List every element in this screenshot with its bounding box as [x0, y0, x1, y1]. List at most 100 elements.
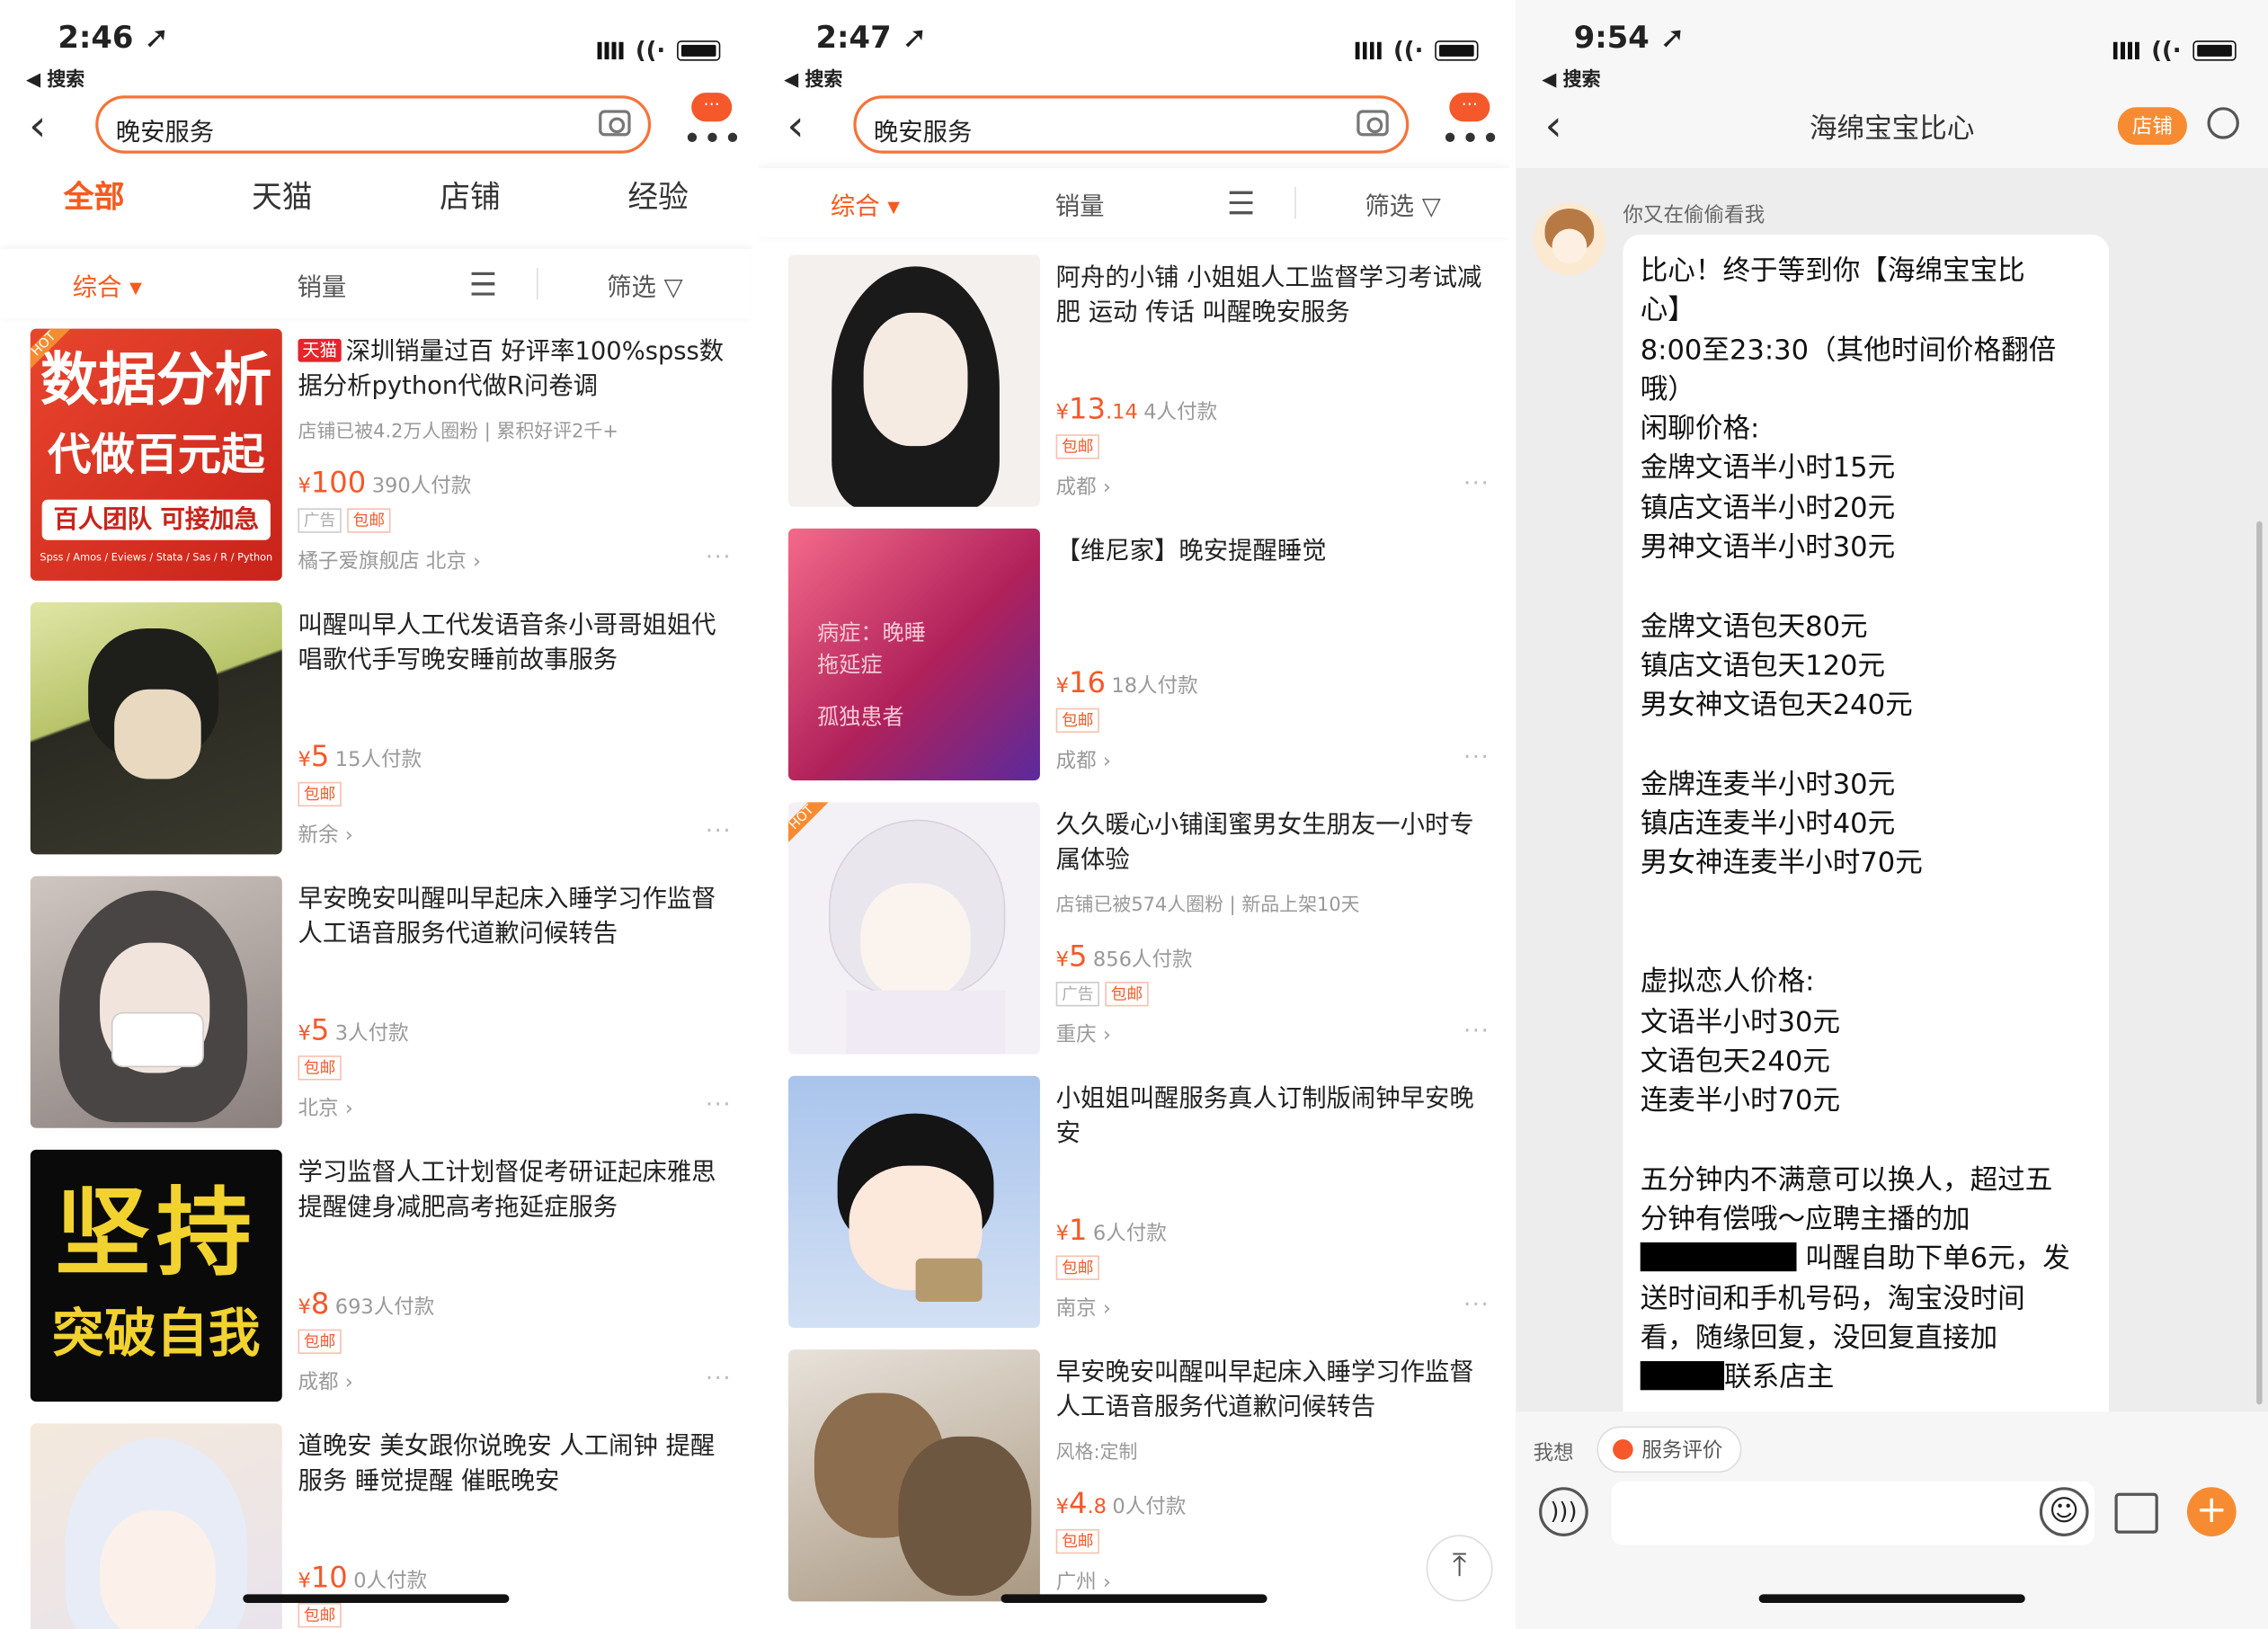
product-item[interactable]: 小姐姐叫醒服务真人订制版闹钟早安晚安 ¥1 6人付款 包邮 南京 › ···	[758, 1075, 1510, 1330]
search-input[interactable]: 晚安服务	[853, 95, 1410, 154]
product-item[interactable]: 早安晚安叫醒叫早起床入睡学习作监督人工语音服务代道歉问候转告 风格:定制 ¥4.…	[758, 1349, 1510, 1603]
free-shipping-tag: 包邮	[1055, 1528, 1099, 1554]
status-back-link[interactable]: ◀ 搜索	[26, 64, 84, 91]
list-view-toggle[interactable]	[429, 270, 536, 298]
tab-all[interactable]: 全部	[0, 174, 188, 231]
more-dots-icon: •••	[1440, 121, 1502, 158]
message-input[interactable]	[1611, 1481, 2095, 1545]
message-line: 8:00至23:30（其他时间价格翻倍	[1640, 334, 2057, 366]
item-more-icon[interactable]: ···	[706, 816, 732, 844]
shop-location-link[interactable]: 成都 ›	[298, 1367, 352, 1396]
shop-location-link[interactable]: 南京 ›	[1056, 1293, 1111, 1322]
product-thumbnail: HOT	[787, 802, 1040, 1055]
product-item[interactable]: 叫醒叫早人工代发语音条小哥哥姐姐代唱歌代手写晚安睡前故事服务 ¥5 15人付款 包…	[0, 602, 752, 856]
back-to-top-button[interactable]: ⤒	[1426, 1535, 1493, 1602]
product-item[interactable]: 阿舟的小铺 小姐姐人工监督学习考试减肥 运动 传话 叫醒晚安服务 ¥13.14 4…	[758, 254, 1510, 508]
thumb-text-1: 病症：晚睡	[817, 619, 926, 646]
anime-girl-face	[863, 312, 968, 447]
price: 10	[310, 1559, 348, 1595]
sort-comprehensive[interactable]: 综合 ▾	[0, 266, 215, 302]
product-item[interactable]: 坚持 突破自我 学习监督人工计划督促考研证起床雅思提醒健身减肥高考拖延症服务 ¥…	[0, 1149, 752, 1403]
currency: ¥	[298, 475, 311, 499]
shop-location-link[interactable]: 橘子爱旗舰店 北京 ›	[298, 546, 481, 574]
scrollbar[interactable]	[2256, 521, 2263, 1405]
tmall-badge: 天猫	[298, 338, 342, 362]
shop-location-link[interactable]: 北京 ›	[298, 1093, 352, 1122]
shop-location-link[interactable]: 成都 ›	[1056, 746, 1111, 775]
service-review-button[interactable]: 服务评价	[1596, 1426, 1742, 1473]
list-view-toggle[interactable]	[1187, 188, 1294, 217]
product-thumbnail	[30, 876, 282, 1128]
price: 100	[310, 465, 367, 500]
camera-icon[interactable]	[599, 110, 631, 137]
message-line: 镇店连麦半小时40元	[1640, 808, 1896, 841]
item-more-icon[interactable]: ···	[1463, 469, 1490, 497]
shop-location-link[interactable]: 成都 ›	[1056, 472, 1111, 501]
price: 5	[1068, 938, 1088, 974]
product-thumbnail: 病症：晚睡 拖延症 孤独患者	[787, 528, 1040, 781]
status-time: 2:46 ➚	[58, 20, 170, 56]
message-line: 五分钟内不满意可以换人，超过五	[1640, 1163, 2053, 1197]
paid-count: 0人付款	[1112, 1495, 1187, 1519]
search-input[interactable]: 晚安服务	[95, 95, 652, 154]
emoji-icon[interactable]: ☺	[2039, 1487, 2089, 1536]
shop-button[interactable]: 店铺	[2117, 107, 2187, 146]
message-lines: 比心！终于等到你【海绵宝宝比 心】 8:00至23:30（其他时间价格翻倍 哦） 闲聊价…	[1641, 252, 2092, 1240]
item-more-icon[interactable]: ···	[1463, 1017, 1490, 1045]
tab-tmall[interactable]: 天猫	[188, 174, 376, 231]
tab-experience[interactable]: 经验	[565, 174, 752, 231]
sort-filter[interactable]: 筛选 ▽	[1295, 184, 1510, 220]
product-item[interactable]: 早安晚安叫醒叫早起床入睡学习作监督人工语音服务代道歉问候转告 ¥5 3人付款 包邮…	[0, 876, 752, 1129]
sort-bar: 综合 ▾ 销量 筛选 ▽	[758, 168, 1510, 237]
more-menu-button[interactable]: ··· •••	[1437, 93, 1500, 158]
price-row: ¥16 18人付款	[1056, 664, 1198, 699]
status-back-link[interactable]: ◀ 搜索	[1542, 64, 1600, 91]
currency: ¥	[1055, 1222, 1069, 1246]
redaction-bar	[1640, 1361, 1725, 1391]
price-row: ¥5 856人付款	[1056, 939, 1193, 974]
chat-screen: 9:54 ➚ ◀ 搜索 ((· ‹ 海绵宝宝比心 店铺 你又在偷偷看我 比心！终…	[1516, 0, 2268, 1629]
message-line: 哦）	[1640, 373, 1695, 405]
battery-icon	[1435, 40, 1479, 61]
avatar[interactable]	[1533, 202, 1606, 276]
message-line: 镇店文语包天120元	[1640, 650, 1886, 682]
chat-header: ‹ 海绵宝宝比心 店铺	[1516, 90, 2268, 165]
thumb-banner: 百人团队 可接加急	[41, 499, 271, 540]
voice-icon[interactable]: )))	[1539, 1487, 1588, 1536]
product-item[interactable]: HOT 数据分析 代做百元起 百人团队 可接加急 Spss / Amos / E…	[0, 328, 752, 583]
ad-tag: 广告	[298, 508, 342, 533]
tab-shops[interactable]: 店铺	[376, 174, 564, 231]
user-profile-icon[interactable]	[2207, 107, 2239, 139]
thumb-subline: 突破自我	[51, 1304, 261, 1365]
back-chevron-icon[interactable]: ‹	[29, 102, 46, 152]
sort-sales[interactable]: 销量	[215, 266, 430, 302]
shop-location-link[interactable]: 广州 ›	[1056, 1567, 1111, 1596]
item-more-icon[interactable]: ···	[706, 543, 732, 571]
camera-icon[interactable]	[1356, 110, 1389, 137]
ad-tag: 广告	[1055, 982, 1099, 1007]
item-more-icon[interactable]: ···	[706, 1090, 732, 1118]
item-more-icon[interactable]: ···	[706, 1364, 732, 1392]
shopping-bag-icon[interactable]	[2114, 1492, 2158, 1534]
shop-location-link[interactable]: 重庆 ›	[1056, 1019, 1111, 1048]
message-badge: ···	[691, 93, 733, 122]
product-item[interactable]: 病症：晚睡 拖延症 孤独患者 【维尼家】晚安提醒睡觉 ¥16 18人付款 包邮 成…	[758, 528, 1510, 782]
wish-label: 我想	[1533, 1442, 1574, 1466]
status-back-link[interactable]: ◀ 搜索	[784, 64, 842, 91]
item-more-icon[interactable]: ···	[1463, 743, 1490, 770]
price: 1	[1068, 1212, 1088, 1247]
more-menu-button[interactable]: ··· •••	[680, 93, 742, 158]
paid-count: 18人付款	[1111, 674, 1198, 699]
back-chevron-icon[interactable]: ‹	[787, 102, 804, 152]
search-results-screen-1: 2:46 ➚ ◀ 搜索 ((· ‹ 晚安服务 ··· ••• 全部 天猫 店铺 …	[0, 0, 752, 1629]
kitten-2	[898, 1436, 1032, 1596]
product-item[interactable]: HOT 久久暖心小铺闺蜜男女生朋友一小时专属体验 店铺已被574人圈粉 | 新品…	[758, 802, 1510, 1055]
sort-comprehensive[interactable]: 综合 ▾	[758, 184, 973, 220]
plus-icon[interactable]: +	[2186, 1487, 2237, 1536]
sort-sales[interactable]: 销量	[973, 184, 1187, 220]
shop-location-link[interactable]: 新余 ›	[298, 820, 352, 849]
product-title: 早安晚安叫醒叫早起床入睡学习作监督人工语音服务代道歉问候转告	[1055, 1358, 1474, 1422]
item-more-icon[interactable]: ···	[1463, 1290, 1490, 1318]
sort-filter[interactable]: 筛选 ▽	[538, 266, 752, 302]
gift-box	[915, 1258, 983, 1303]
